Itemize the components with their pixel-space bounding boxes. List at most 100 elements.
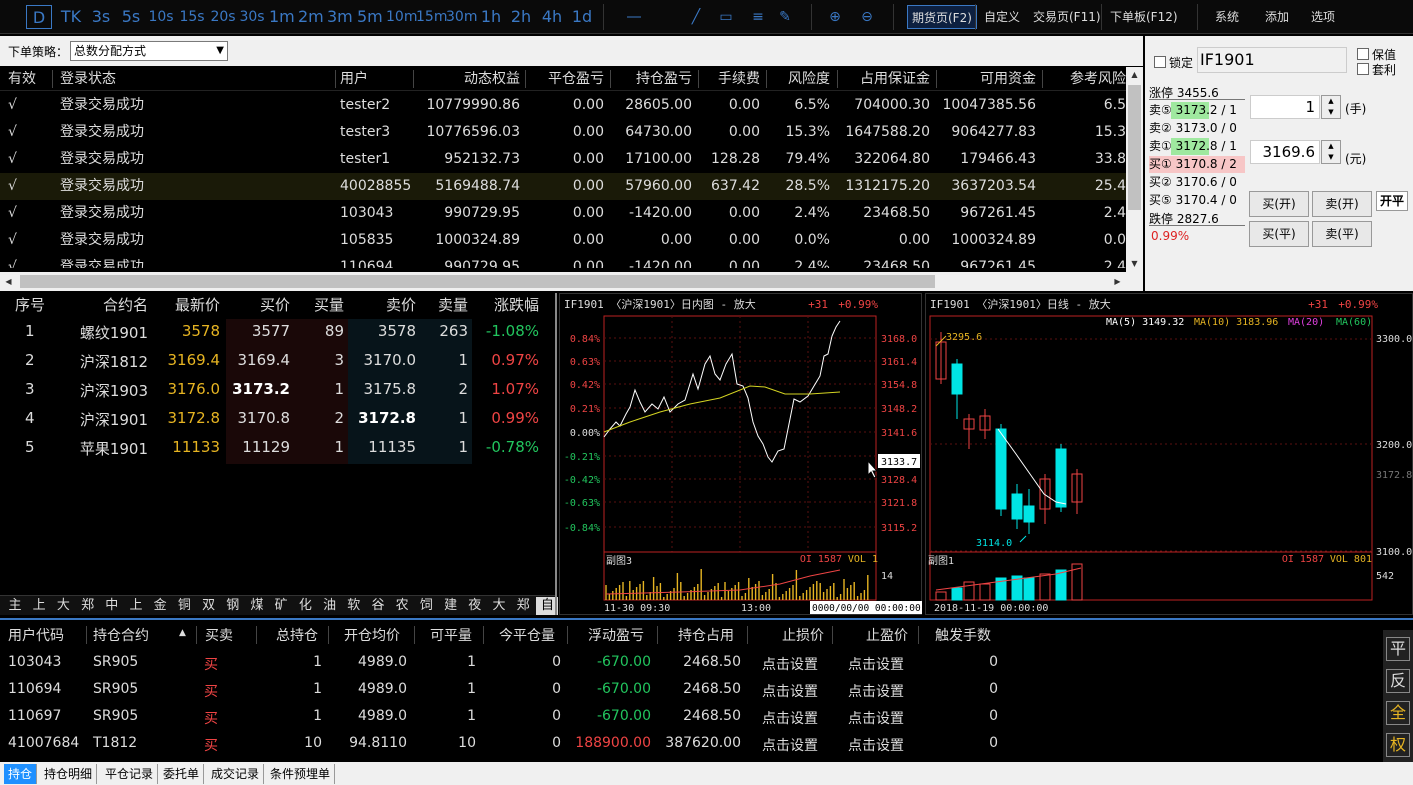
menu-6[interactable]: 选项 bbox=[1307, 5, 1339, 29]
stop-loss-link[interactable]: 点击设置 bbox=[762, 654, 818, 674]
period-1d[interactable]: 1d bbox=[570, 5, 594, 29]
pencil-icon[interactable]: ✎ bbox=[772, 7, 798, 27]
period-2m[interactable]: 2m bbox=[298, 5, 324, 29]
quote-col-header[interactable]: 卖价 bbox=[386, 294, 416, 315]
position-col-header[interactable]: 买卖 bbox=[205, 625, 233, 645]
buy-open-button[interactable]: 买(开) bbox=[1249, 191, 1309, 217]
positions-tab[interactable]: 成交记录 bbox=[207, 764, 265, 784]
account-row[interactable]: √ 登录交易成功 tester2 10779990.86 0.00 28605.00 0.0… bbox=[0, 92, 1126, 119]
position-col-header[interactable]: 可平量 bbox=[430, 625, 472, 645]
period-1h[interactable]: 1h bbox=[479, 5, 503, 29]
arb-checkbox[interactable] bbox=[1357, 63, 1369, 75]
account-col-header[interactable]: 手续费 bbox=[718, 67, 760, 91]
depth-level[interactable]: 买⑤ 3170.4 / 0 bbox=[1149, 192, 1245, 209]
stop-loss-link[interactable]: 点击设置 bbox=[762, 708, 818, 728]
hscroll-right-icon[interactable]: ▶ bbox=[1109, 272, 1126, 291]
intraday-chart[interactable]: IF1901 〈沪深1901〉日内图 - 放大 +31 +0.99% 0.84% 0.6… bbox=[559, 293, 922, 615]
menu-2[interactable]: 交易页(F11) bbox=[1029, 5, 1105, 29]
position-col-header[interactable]: 持仓合约 bbox=[93, 625, 149, 645]
quote-col-header[interactable]: 最新价 bbox=[175, 294, 220, 315]
menu-4[interactable]: 系统 bbox=[1211, 5, 1243, 29]
sell-close-button[interactable]: 卖(平) bbox=[1312, 221, 1372, 247]
account-row[interactable]: √ 登录交易成功 105835 1000324.89 0.00 0.00 0.00 0.0% 0… bbox=[0, 227, 1126, 254]
period-3m[interactable]: 3m bbox=[327, 5, 353, 29]
exchange-tab[interactable]: 铜 bbox=[173, 597, 195, 615]
price-spinner[interactable]: ▲ ▼ bbox=[1321, 140, 1341, 164]
quote-cell[interactable]: 1 bbox=[25, 322, 35, 340]
quote-cell[interactable]: 3 bbox=[25, 380, 35, 398]
vscroll-up-icon[interactable]: ▲ bbox=[1126, 67, 1143, 83]
qty-spinner[interactable]: ▲ ▼ bbox=[1321, 95, 1341, 119]
quote-col-header[interactable]: 合约名 bbox=[103, 294, 148, 315]
side-button-1[interactable]: 反 bbox=[1386, 669, 1410, 693]
qty-input[interactable]: 1 bbox=[1250, 95, 1320, 119]
sort-asc-icon[interactable]: ▲ bbox=[179, 628, 186, 638]
contract-input[interactable]: IF1901 bbox=[1197, 47, 1347, 73]
position-col-header[interactable]: 止盈价 bbox=[866, 625, 908, 645]
exchange-tab[interactable]: 金 bbox=[149, 597, 171, 615]
quote-cell[interactable]: 沪深1812 bbox=[80, 351, 148, 372]
quote-col-header[interactable]: 序号 bbox=[15, 294, 45, 315]
period-1m[interactable]: 1m bbox=[269, 5, 295, 29]
exchange-tab[interactable]: 主 bbox=[4, 597, 26, 615]
period-15s[interactable]: 15s bbox=[178, 5, 206, 29]
account-col-header[interactable]: 有效 bbox=[8, 67, 36, 91]
position-col-header[interactable]: 用户代码 bbox=[8, 625, 64, 645]
period-5s[interactable]: 5s bbox=[119, 5, 143, 29]
exchange-tab[interactable]: 建 bbox=[440, 597, 462, 615]
exchange-tab[interactable]: 中 bbox=[101, 597, 123, 615]
quote-cell[interactable]: 4 bbox=[25, 409, 35, 427]
account-hscroll[interactable]: ◀ ▶ bbox=[0, 272, 1143, 291]
lock-checkbox[interactable] bbox=[1154, 56, 1166, 68]
period-5m[interactable]: 5m bbox=[357, 5, 383, 29]
period-2h[interactable]: 2h bbox=[509, 5, 533, 29]
account-row[interactable]: √ 登录交易成功 40028855 5169488.74 0.00 57960.00 637… bbox=[0, 173, 1126, 200]
exchange-tab[interactable]: 煤 bbox=[246, 597, 268, 615]
position-col-header[interactable]: 持仓占用 bbox=[678, 625, 734, 645]
period-4h[interactable]: 4h bbox=[540, 5, 564, 29]
account-row[interactable]: √ 登录交易成功 103043 990729.95 0.00 -1420.00 0.00 2.… bbox=[0, 200, 1126, 227]
quote-col-header[interactable]: 买价 bbox=[260, 294, 290, 315]
exchange-tab[interactable]: 农 bbox=[391, 597, 413, 615]
exchange-tab[interactable]: 上 bbox=[125, 597, 147, 615]
account-col-header[interactable]: 动态权益 bbox=[464, 67, 520, 91]
quote-cell[interactable]: 沪深1903 bbox=[80, 380, 148, 401]
stop-loss-link[interactable]: 点击设置 bbox=[762, 735, 818, 755]
depth-level[interactable]: 买② 3170.6 / 0 bbox=[1149, 174, 1245, 191]
vscroll-thumb[interactable] bbox=[1128, 85, 1141, 210]
price-input[interactable]: 3169.6 bbox=[1250, 140, 1320, 164]
quote-cell[interactable]: 2 bbox=[25, 351, 35, 369]
exchange-tab[interactable]: 油 bbox=[319, 597, 341, 615]
account-row[interactable]: √ 登录交易成功 110694 990729.95 0.00 -1420.00 0.00 2.… bbox=[0, 254, 1126, 268]
exchange-tab[interactable]: 大 bbox=[52, 597, 74, 615]
position-col-header[interactable]: 总持仓 bbox=[276, 625, 318, 645]
position-col-header[interactable]: 今平仓量 bbox=[499, 625, 555, 645]
sell-open-button[interactable]: 卖(开) bbox=[1312, 191, 1372, 217]
quote-col-header[interactable]: 买量 bbox=[314, 294, 344, 315]
take-profit-link[interactable]: 点击设置 bbox=[848, 681, 904, 701]
period-30s[interactable]: 30s bbox=[238, 5, 266, 29]
kaiping-button[interactable]: 开平 bbox=[1376, 191, 1408, 211]
depth-level[interactable]: 卖② 3173.0 / 0 bbox=[1149, 120, 1245, 137]
fibonacci-icon[interactable]: ≡ bbox=[745, 7, 771, 27]
account-row[interactable]: √ 登录交易成功 tester1 952132.73 0.00 17100.00 128.2… bbox=[0, 146, 1126, 173]
buy-close-button[interactable]: 买(平) bbox=[1249, 221, 1309, 247]
period-10m[interactable]: 10m bbox=[386, 5, 417, 29]
position-col-header[interactable]: 触发手数 bbox=[935, 625, 991, 645]
menu-1[interactable]: 自定义 bbox=[980, 5, 1024, 29]
account-vscroll[interactable]: ▲ ▼ bbox=[1126, 67, 1143, 272]
position-col-header[interactable]: 浮动盈亏 bbox=[588, 625, 644, 645]
take-profit-link[interactable]: 点击设置 bbox=[848, 654, 904, 674]
exchange-tab[interactable]: 矿 bbox=[270, 597, 292, 615]
period-10s[interactable]: 10s bbox=[147, 5, 175, 29]
positions-tab[interactable]: 持仓 bbox=[4, 764, 38, 784]
zoom-out-icon[interactable]: ⊖ bbox=[856, 7, 878, 27]
vscroll-down-icon[interactable]: ▼ bbox=[1126, 256, 1143, 272]
positions-tab[interactable]: 条件预埋单 bbox=[266, 764, 336, 784]
daily-chart[interactable]: IF1901 〈沪深1901〉日线 - 放大 +31 +0.99% MA(5) 314… bbox=[925, 293, 1413, 615]
positions-tab[interactable]: 持仓明细 bbox=[40, 764, 98, 784]
depth-level[interactable]: 卖① 3172.8 / 1 bbox=[1149, 138, 1245, 155]
account-col-header[interactable]: 登录状态 bbox=[60, 67, 116, 91]
period-D[interactable]: D bbox=[26, 5, 52, 29]
quote-cell[interactable]: 沪深1901 bbox=[80, 409, 148, 430]
